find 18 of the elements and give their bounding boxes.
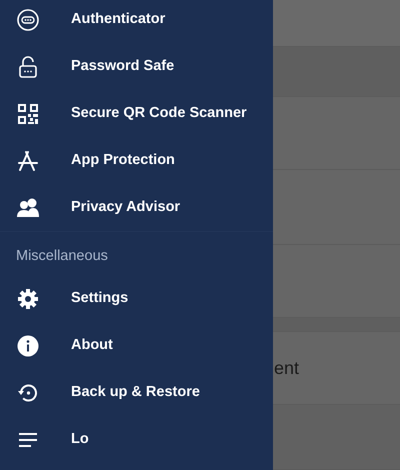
section-header: Miscellaneous — [15, 247, 109, 266]
menu-item[interactable]: About — [0, 322, 273, 370]
qr-code-icon — [16, 102, 40, 126]
menu-item[interactable]: App Protection — [0, 137, 273, 184]
info-icon — [16, 334, 40, 358]
menu-item[interactable]: Back up & Restore — [0, 370, 273, 417]
menu-item[interactable]: Privacy Advisor — [0, 184, 273, 231]
chat-bubble-icon — [16, 8, 40, 32]
menu-item[interactable]: Lo — [0, 416, 273, 464]
people-icon — [16, 196, 40, 220]
menu-item[interactable]: Secure QR Code Scanner — [0, 90, 273, 137]
padlock-icon — [16, 54, 40, 78]
menu-item[interactable]: Authenticator — [0, 0, 273, 43]
app-store-icon — [16, 148, 40, 172]
list-text: ent — [274, 356, 300, 380]
menu-item[interactable]: Settings — [0, 276, 273, 323]
gear-icon — [16, 287, 40, 312]
menu-item[interactable]: Password Safe — [0, 43, 273, 90]
